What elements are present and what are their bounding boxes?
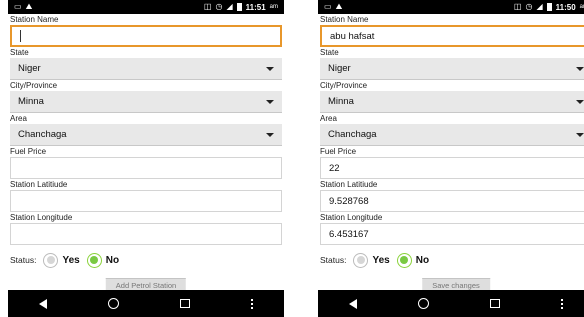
battery-icon <box>236 3 242 11</box>
latitude-value: 9.528768 <box>329 195 369 207</box>
status-yes-radio[interactable] <box>353 252 369 268</box>
city-value: Minna <box>18 96 44 107</box>
battery-icon <box>546 3 552 11</box>
status-ampm: am <box>579 4 584 10</box>
latitude-label: Station Latitiude <box>10 180 68 189</box>
fuel-price-label: Fuel Price <box>10 147 47 156</box>
vibrate-icon: ◫ <box>513 2 522 11</box>
city-value: Minna <box>328 96 354 107</box>
latitude-label: Station Latitiude <box>320 180 378 189</box>
state-label: State <box>320 48 339 57</box>
dropdown-arrow-icon <box>266 132 274 137</box>
alarm-icon: ◷ <box>215 2 223 11</box>
text-caret <box>20 30 21 42</box>
add-petrol-station-button[interactable]: Add Petrol Station <box>105 278 187 290</box>
longitude-label: Station Longitude <box>320 213 383 222</box>
area-label: Area <box>320 114 337 123</box>
state-dropdown[interactable]: Niger <box>320 58 584 80</box>
phone-screen-edit: ▭ ⛰ ◫ ◷ ◢ 11:50 am Station Name abu hafs… <box>318 0 584 317</box>
area-label: Area <box>10 114 27 123</box>
fuel-price-value: 22 <box>329 162 340 174</box>
dropdown-arrow-icon <box>266 99 274 104</box>
status-yes-label[interactable]: Yes <box>62 255 79 266</box>
area-value: Chanchaga <box>18 129 67 140</box>
alarm-icon: ◷ <box>525 2 533 11</box>
form-screen: Station Name abu hafsat State Niger City… <box>318 14 584 290</box>
save-changes-button[interactable]: Save changes <box>422 278 490 290</box>
home-icon[interactable] <box>417 298 429 309</box>
status-bar: ▭ ⛰ ◫ ◷ ◢ 11:50 am <box>318 0 584 14</box>
status-ampm: am <box>269 4 278 10</box>
vibrate-icon: ◫ <box>203 2 212 11</box>
state-value: Niger <box>18 63 41 74</box>
area-dropdown[interactable]: Chanchaga <box>320 124 584 146</box>
dropdown-arrow-icon <box>576 99 584 104</box>
station-name-input[interactable]: abu hafsat <box>320 25 584 47</box>
fuel-price-input[interactable]: 22 <box>320 157 584 179</box>
longitude-value: 6.453167 <box>329 228 369 240</box>
station-name-label: Station Name <box>320 15 369 24</box>
city-label: City/Province <box>320 81 368 90</box>
status-no-radio[interactable] <box>396 252 412 268</box>
longitude-input[interactable]: 6.453167 <box>320 223 584 245</box>
image-icon: ⛰ <box>25 2 33 11</box>
notification-icon: ▭ <box>324 2 332 11</box>
status-time: 11:50 <box>555 2 576 12</box>
state-value: Niger <box>328 63 351 74</box>
status-time: 11:51 <box>245 2 266 12</box>
longitude-input[interactable] <box>10 223 282 245</box>
phone-screen-add: ▭ ⛰ ◫ ◷ ◢ 11:51 am Station Name State Ni… <box>8 0 284 317</box>
status-no-label[interactable]: No <box>416 255 429 266</box>
home-icon[interactable] <box>107 298 119 309</box>
city-label: City/Province <box>10 81 58 90</box>
latitude-input[interactable] <box>10 190 282 212</box>
station-name-input[interactable] <box>10 25 282 47</box>
recent-apps-icon[interactable] <box>180 299 191 308</box>
status-no-label[interactable]: No <box>106 255 119 266</box>
status-row: Status: Yes No <box>320 250 584 270</box>
status-no-radio[interactable] <box>86 252 102 268</box>
recent-apps-icon[interactable] <box>490 299 501 308</box>
latitude-input[interactable]: 9.528768 <box>320 190 584 212</box>
dropdown-arrow-icon <box>576 132 584 137</box>
signal-icon: ◢ <box>536 2 543 11</box>
image-icon: ⛰ <box>335 2 343 11</box>
overflow-menu-icon[interactable] <box>251 298 254 309</box>
longitude-label: Station Longitude <box>10 213 73 222</box>
city-dropdown[interactable]: Minna <box>320 91 584 113</box>
fuel-price-label: Fuel Price <box>320 147 357 156</box>
back-icon[interactable] <box>348 298 357 309</box>
status-label: Status: <box>10 255 37 265</box>
form-screen: Station Name State Niger City/Province M… <box>8 14 284 290</box>
signal-icon: ◢ <box>226 2 233 11</box>
station-name-label: Station Name <box>10 15 59 24</box>
area-value: Chanchaga <box>328 129 377 140</box>
station-name-value: abu hafsat <box>330 30 375 42</box>
navigation-bar <box>8 290 284 317</box>
area-dropdown[interactable]: Chanchaga <box>10 124 282 146</box>
status-label: Status: <box>320 255 347 265</box>
status-yes-label[interactable]: Yes <box>372 255 389 266</box>
back-icon[interactable] <box>38 298 47 309</box>
status-yes-radio[interactable] <box>43 252 59 268</box>
notification-icon: ▭ <box>14 2 22 11</box>
state-dropdown[interactable]: Niger <box>10 58 282 80</box>
status-bar: ▭ ⛰ ◫ ◷ ◢ 11:51 am <box>8 0 284 14</box>
dropdown-arrow-icon <box>266 66 274 71</box>
navigation-bar <box>318 290 584 317</box>
overflow-menu-icon[interactable] <box>561 298 564 309</box>
fuel-price-input[interactable] <box>10 157 282 179</box>
state-label: State <box>10 48 29 57</box>
dropdown-arrow-icon <box>576 66 584 71</box>
city-dropdown[interactable]: Minna <box>10 91 282 113</box>
status-row: Status: Yes No <box>10 250 282 270</box>
